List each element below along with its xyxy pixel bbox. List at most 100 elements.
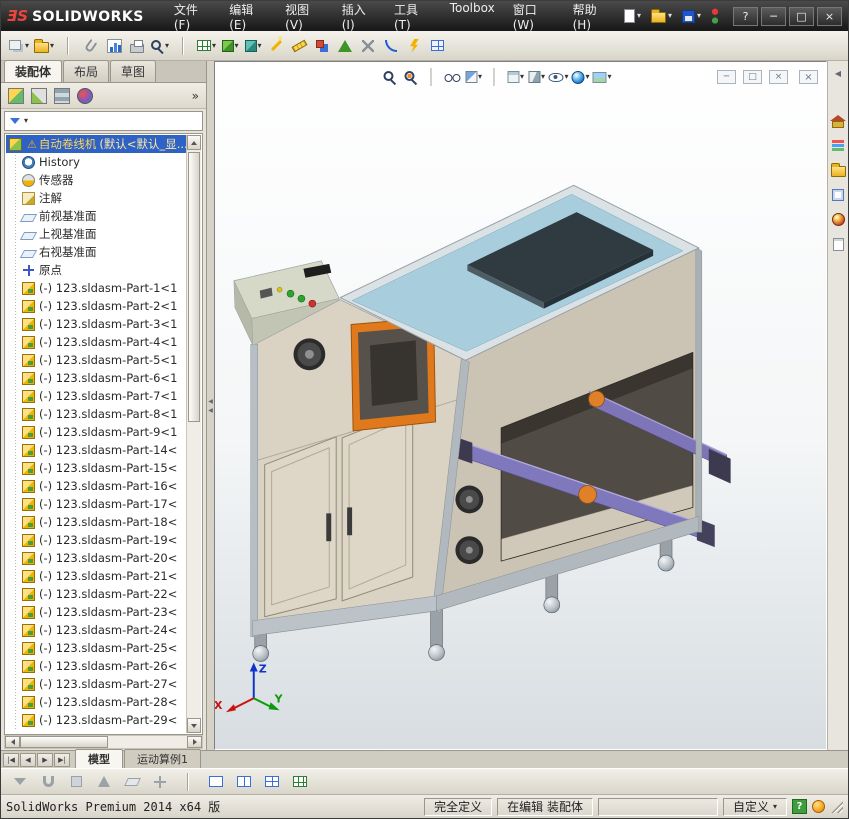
tree-item[interactable]: (-) 123.sldasm-Part-6<1 bbox=[6, 369, 186, 387]
heads-up-button[interactable] bbox=[423, 67, 441, 87]
bottom-toolbar-button[interactable] bbox=[176, 771, 200, 793]
scroll-right-button[interactable] bbox=[187, 736, 202, 748]
bottom-toolbar-button[interactable] bbox=[36, 771, 60, 793]
tree-item[interactable]: (-) 123.sldasm-Part-1<1 bbox=[6, 279, 186, 297]
command-tab[interactable]: 布局 bbox=[63, 60, 109, 82]
heads-up-button[interactable] bbox=[402, 67, 420, 87]
toolbar-button[interactable]: ▾ bbox=[149, 34, 171, 58]
configurationmanager-icon[interactable] bbox=[54, 88, 70, 104]
quick-access-button[interactable]: ▾ bbox=[620, 7, 645, 25]
toolbar-button[interactable]: ▾ bbox=[195, 34, 218, 58]
door-handle[interactable] bbox=[326, 513, 331, 541]
tree-item[interactable]: 上视基准面 bbox=[6, 225, 186, 243]
toolbar-button[interactable] bbox=[103, 34, 125, 58]
quick-access-button[interactable]: ▾ bbox=[678, 8, 705, 25]
heads-up-button[interactable]: ▾ bbox=[593, 67, 612, 87]
menu-item[interactable]: 编辑(E) bbox=[221, 0, 275, 35]
tree-filter-field[interactable]: ▾ bbox=[4, 111, 203, 131]
menu-item[interactable]: 插入(I) bbox=[334, 0, 384, 35]
command-tab[interactable]: 装配体 bbox=[4, 60, 62, 82]
tree-item[interactable]: (-) 123.sldasm-Part-25< bbox=[6, 639, 186, 657]
bottom-toolbar-button[interactable] bbox=[148, 771, 172, 793]
tree-item[interactable]: (-) 123.sldasm-Part-14< bbox=[6, 441, 186, 459]
quick-access-button[interactable]: ▾ bbox=[647, 7, 676, 25]
scrollbar-thumb[interactable] bbox=[188, 152, 200, 422]
tree-item[interactable]: (-) 123.sldasm-Part-18< bbox=[6, 513, 186, 531]
appearances-icon[interactable] bbox=[832, 213, 845, 226]
graphics-area[interactable]: Z X Y bbox=[215, 62, 826, 749]
study-tab[interactable]: 运动算例1 bbox=[124, 749, 201, 768]
units-dropdown[interactable]: 自定义 ▾ bbox=[723, 798, 787, 816]
bottom-toolbar-button[interactable] bbox=[120, 771, 144, 793]
menu-item[interactable]: 帮助(H) bbox=[565, 0, 620, 35]
red-button[interactable] bbox=[309, 300, 316, 307]
tree-item[interactable]: (-) 123.sldasm-Part-4<1 bbox=[6, 333, 186, 351]
toolbar-button[interactable]: ▾ bbox=[32, 34, 56, 58]
file-explorer-icon[interactable] bbox=[831, 166, 846, 177]
menu-item[interactable]: 工具(T) bbox=[386, 0, 440, 35]
tree-item[interactable]: (-) 123.sldasm-Part-22< bbox=[6, 585, 186, 603]
toolbar-button[interactable] bbox=[57, 34, 79, 58]
heads-up-button[interactable] bbox=[444, 67, 462, 87]
toolbar-button[interactable] bbox=[288, 34, 310, 58]
heads-up-button[interactable]: ▾ bbox=[507, 67, 525, 87]
document-window-button[interactable]: ─ bbox=[717, 70, 736, 84]
maximize-button[interactable]: □ bbox=[789, 7, 814, 26]
toolbar-button[interactable] bbox=[172, 34, 194, 58]
document-close-button[interactable]: × bbox=[799, 70, 818, 84]
tree-item[interactable]: (-) 123.sldasm-Part-16< bbox=[6, 477, 186, 495]
green-button[interactable] bbox=[298, 295, 305, 302]
bottom-toolbar-button[interactable] bbox=[204, 771, 228, 793]
yellow-button[interactable] bbox=[277, 287, 282, 292]
toolbar-button[interactable] bbox=[426, 34, 448, 58]
tree-item[interactable]: (-) 123.sldasm-Part-26< bbox=[6, 657, 186, 675]
heads-up-button[interactable] bbox=[381, 67, 399, 87]
tab-nav-button[interactable]: ▶| bbox=[54, 753, 70, 767]
scrollbar-thumb[interactable] bbox=[20, 736, 108, 748]
toolbar-button[interactable]: ▾ bbox=[242, 34, 264, 58]
toolbar-button[interactable] bbox=[126, 34, 148, 58]
document-window-button[interactable]: × bbox=[769, 70, 788, 84]
bottom-toolbar-button[interactable] bbox=[260, 771, 284, 793]
bottom-toolbar-button[interactable] bbox=[8, 771, 32, 793]
panel-overflow-button[interactable]: » bbox=[192, 89, 199, 103]
tree-item[interactable]: (-) 123.sldasm-Part-27< bbox=[6, 675, 186, 693]
bottom-toolbar-button[interactable] bbox=[232, 771, 256, 793]
scroll-up-button[interactable] bbox=[187, 135, 201, 150]
tree-item[interactable]: (-) 123.sldasm-Part-7<1 bbox=[6, 387, 186, 405]
menu-item[interactable]: Toolbox bbox=[442, 0, 503, 35]
minimize-button[interactable]: ─ bbox=[761, 7, 786, 26]
tree-item[interactable]: (-) 123.sldasm-Part-24< bbox=[6, 621, 186, 639]
tree-item[interactable]: (-) 123.sldasm-Part-2<1 bbox=[6, 297, 186, 315]
tree-item[interactable]: (-) 123.sldasm-Part-28< bbox=[6, 693, 186, 711]
resize-grip[interactable] bbox=[830, 800, 843, 813]
toolbar-button[interactable]: ▾ bbox=[219, 34, 241, 58]
tree-item[interactable]: (-) 123.sldasm-Part-9<1 bbox=[6, 423, 186, 441]
toolbar-button[interactable] bbox=[265, 34, 287, 58]
quick-access-button[interactable] bbox=[707, 6, 723, 27]
toolbar-button[interactable] bbox=[334, 34, 356, 58]
tree-item[interactable]: 右视基准面 bbox=[6, 243, 186, 261]
custom-properties-icon[interactable] bbox=[833, 238, 844, 251]
tree-item[interactable]: (-) 123.sldasm-Part-20< bbox=[6, 549, 186, 567]
document-window-button[interactable]: □ bbox=[743, 70, 762, 84]
tree-horizontal-scrollbar[interactable] bbox=[4, 735, 203, 749]
task-pane-collapse-icon[interactable]: ◀ bbox=[835, 69, 841, 78]
heads-up-button[interactable]: ▾ bbox=[465, 67, 483, 87]
heads-up-button[interactable]: ▾ bbox=[572, 67, 590, 87]
toolbar-button[interactable]: ▾ bbox=[7, 34, 31, 58]
tree-item[interactable]: (-) 123.sldasm-Part-21< bbox=[6, 567, 186, 585]
menu-item[interactable]: 视图(V) bbox=[277, 0, 332, 35]
tree-item[interactable]: (-) 123.sldasm-Part-19< bbox=[6, 531, 186, 549]
displaymanager-icon[interactable] bbox=[77, 88, 93, 104]
toolbar-button[interactable] bbox=[357, 34, 379, 58]
tree-item[interactable]: (-) 123.sldasm-Part-5<1 bbox=[6, 351, 186, 369]
scroll-down-button[interactable] bbox=[187, 718, 201, 733]
tree-item[interactable]: 原点 bbox=[6, 261, 186, 279]
tree-item[interactable]: (-) 123.sldasm-Part-15< bbox=[6, 459, 186, 477]
command-tab[interactable]: 草图 bbox=[110, 60, 156, 82]
view-palette-icon[interactable] bbox=[832, 189, 844, 201]
tab-nav-button[interactable]: |◀ bbox=[3, 753, 19, 767]
toolbar-button[interactable] bbox=[403, 34, 425, 58]
scroll-left-button[interactable] bbox=[5, 736, 20, 748]
